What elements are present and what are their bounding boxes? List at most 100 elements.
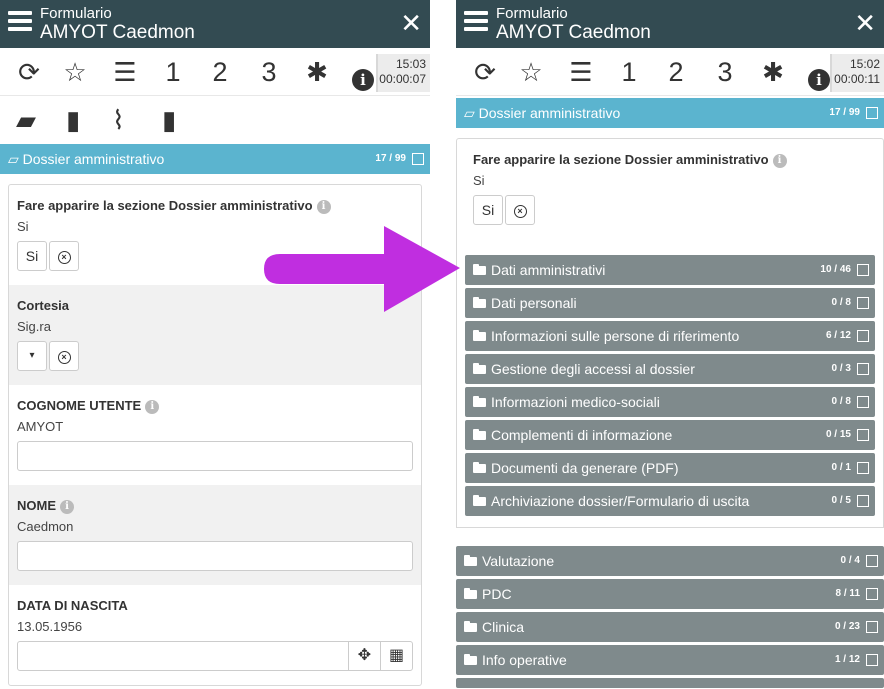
subsection-dati-personali[interactable]: Dati personali 0 / 8 bbox=[465, 288, 875, 318]
file-pulse-icon[interactable]: ▮ bbox=[162, 104, 176, 136]
clear-button[interactable]: × bbox=[49, 341, 79, 371]
section-info-operative[interactable]: Info operative 1 / 12 bbox=[456, 645, 884, 675]
menu-icon[interactable] bbox=[464, 11, 488, 33]
section-pdc[interactable]: PDC 8 / 11 bbox=[456, 579, 884, 609]
subsection-complementi[interactable]: Complementi di informazione 0 / 15 bbox=[465, 420, 875, 450]
list-icon bbox=[857, 396, 869, 408]
file-upload-icon[interactable]: ▮ bbox=[66, 104, 80, 136]
nome-input[interactable] bbox=[17, 541, 413, 571]
page-3-button[interactable]: 3 bbox=[254, 56, 284, 88]
page-1-button[interactable]: 1 bbox=[158, 56, 188, 88]
menu-icon[interactable] bbox=[8, 11, 32, 33]
info-icon[interactable]: i bbox=[348, 60, 378, 92]
refresh-icon[interactable]: ⟳ bbox=[470, 56, 500, 88]
clear-button[interactable]: × bbox=[505, 195, 535, 225]
date-input[interactable]: ✥ ▦ bbox=[17, 641, 413, 671]
field-show-section: Fare apparire la sezione Dossier amminis… bbox=[465, 139, 875, 239]
asterisk-icon[interactable]: ✱ bbox=[302, 56, 332, 88]
folder-icon bbox=[473, 495, 486, 506]
calendar-icon[interactable]: ▦ bbox=[380, 642, 412, 670]
clear-button[interactable]: × bbox=[49, 241, 79, 271]
subsection-dati-amministrativi[interactable]: Dati amministrativi 10 / 46 bbox=[465, 255, 875, 285]
section-partial[interactable] bbox=[456, 678, 884, 688]
field-value: AMYOT bbox=[17, 419, 64, 434]
subsection-medico-sociali[interactable]: Informazioni medico-sociali 0 / 8 bbox=[465, 387, 875, 417]
clear-icon: × bbox=[57, 351, 71, 364]
field-value: Sig.ra bbox=[17, 319, 51, 334]
folder-icon bbox=[473, 462, 486, 473]
subsection-persone-riferimento[interactable]: Informazioni sulle persone di riferiment… bbox=[465, 321, 875, 351]
field-label: Fare apparire la sezione Dossier amminis… bbox=[17, 198, 313, 213]
list-icon bbox=[866, 621, 878, 633]
folder-icon bbox=[473, 429, 486, 440]
section-header-dossier[interactable]: ▱ Dossier amministrativo 17 / 99 bbox=[0, 144, 430, 174]
si-button[interactable]: Si bbox=[473, 195, 503, 225]
section-label: ▱ Dossier amministrativo bbox=[8, 151, 165, 167]
form-header: Formulario AMYOT Caedmon ✕ bbox=[456, 0, 884, 48]
folder-icon bbox=[464, 588, 477, 599]
toolbar: ⟳ ☆ ☰ 1 2 3 ✱ i 15:03 00:00:07 bbox=[0, 48, 430, 96]
list-icon[interactable]: ☰ bbox=[110, 56, 140, 88]
list-icon bbox=[866, 555, 878, 567]
section-count: 17 / 99 bbox=[375, 153, 406, 164]
field-nome: NOME i Caedmon bbox=[9, 485, 421, 585]
list-icon bbox=[866, 588, 878, 600]
elapsed-time: 00:00:11 bbox=[834, 72, 880, 86]
section-header-dossier[interactable]: ▱ Dossier amministrativo 17 / 99 bbox=[456, 98, 884, 128]
page-2-button[interactable]: 2 bbox=[661, 56, 691, 88]
toolbar: ⟳ ☆ ☰ 1 2 3 ✱ i 15:02 00:00:11 bbox=[456, 48, 884, 96]
page-1-button[interactable]: 1 bbox=[614, 56, 644, 88]
folder-icon bbox=[473, 264, 486, 275]
page-2-button[interactable]: 2 bbox=[205, 56, 235, 88]
arrow-shape bbox=[264, 226, 460, 312]
subsection-list: Dati amministrativi 10 / 46 Dati personal… bbox=[456, 239, 884, 528]
timer: 15:02 00:00:11 bbox=[830, 54, 884, 92]
refresh-icon[interactable]: ⟳ bbox=[14, 56, 44, 88]
action-toolbar: ▰ ▮ ⌇ ▮ bbox=[0, 96, 430, 144]
star-icon[interactable]: ☆ bbox=[516, 56, 546, 88]
header-title: AMYOT Caedmon bbox=[40, 22, 195, 43]
right-panel: Formulario AMYOT Caedmon ✕ ⟳ ☆ ☰ 1 2 3 ✱… bbox=[456, 0, 884, 689]
help-icon[interactable]: i bbox=[145, 400, 160, 414]
annotation-arrow bbox=[264, 226, 460, 312]
paperclip-icon[interactable]: ⌇ bbox=[112, 104, 125, 136]
star-icon[interactable]: ☆ bbox=[60, 56, 90, 88]
section-valutazione[interactable]: Valutazione 0 / 4 bbox=[456, 546, 884, 576]
page-3-button[interactable]: 3 bbox=[710, 56, 740, 88]
dropdown-button[interactable]: ▾ bbox=[17, 341, 47, 371]
section-clinica[interactable]: Clinica 0 / 23 bbox=[456, 612, 884, 642]
close-icon[interactable]: ✕ bbox=[854, 8, 876, 38]
help-icon[interactable]: i bbox=[316, 200, 331, 214]
list-icon bbox=[857, 297, 869, 309]
list-icon bbox=[857, 462, 869, 474]
folder-icon bbox=[473, 363, 486, 374]
header-subtitle: Formulario bbox=[40, 5, 112, 22]
clear-icon: × bbox=[57, 251, 71, 264]
elapsed-time: 00:00:07 bbox=[379, 72, 426, 86]
form-header: Formulario AMYOT Caedmon ✕ bbox=[0, 0, 430, 48]
list-icon[interactable]: ☰ bbox=[566, 56, 596, 88]
field-nascita: DATA DI NASCITA 13.05.1956 ✥ ▦ bbox=[9, 585, 421, 685]
help-icon[interactable]: i bbox=[60, 500, 74, 514]
folder-icon bbox=[464, 654, 477, 665]
subsection-documenti[interactable]: Documenti da generare (PDF) 0 / 1 bbox=[465, 453, 875, 483]
cognome-input[interactable] bbox=[17, 441, 413, 471]
field-label: DATA DI NASCITA bbox=[17, 598, 128, 613]
help-icon[interactable]: i bbox=[772, 154, 787, 168]
list-icon bbox=[857, 363, 869, 375]
si-button[interactable]: Si bbox=[17, 241, 47, 271]
list-icon bbox=[857, 495, 869, 507]
close-icon[interactable]: ✕ bbox=[400, 8, 422, 38]
field-label: NOME bbox=[17, 498, 56, 513]
clear-icon: × bbox=[513, 205, 527, 218]
section-count: 17 / 99 bbox=[829, 107, 860, 118]
asterisk-icon[interactable]: ✱ bbox=[758, 56, 788, 88]
subsection-archiviazione[interactable]: Archiviazione dossier/Formulario di usci… bbox=[465, 486, 875, 516]
section-card: Fare apparire la sezione Dossier amminis… bbox=[456, 138, 884, 239]
folder-open-icon[interactable]: ▰ bbox=[16, 104, 36, 136]
header-title: AMYOT Caedmon bbox=[496, 22, 651, 43]
subsection-accessi[interactable]: Gestione degli accessi al dossier 0 / 3 bbox=[465, 354, 875, 384]
field-value: 13.05.1956 bbox=[17, 619, 83, 634]
crosshair-icon[interactable]: ✥ bbox=[348, 642, 380, 670]
folder-icon bbox=[464, 555, 477, 566]
